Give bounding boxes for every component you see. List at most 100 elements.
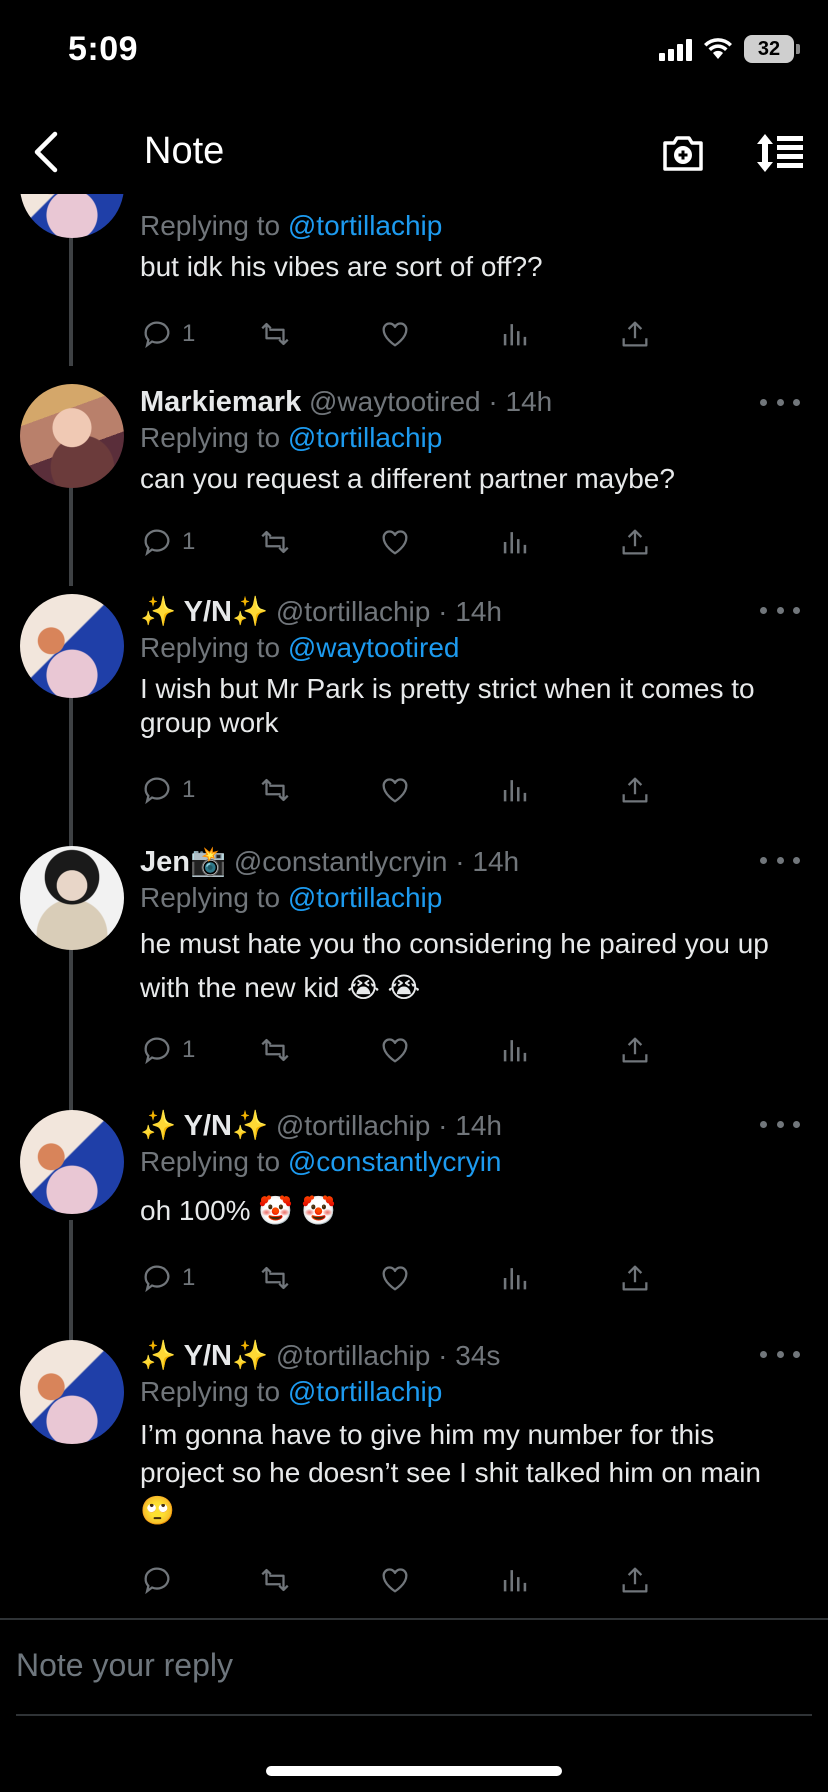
back-button[interactable] bbox=[20, 126, 72, 178]
reply-button[interactable]: 1 bbox=[140, 1030, 195, 1070]
display-name[interactable]: ✨ Y/N✨ bbox=[140, 1110, 268, 1142]
reply-header: ✨ Y/N✨ @tortillachip · 14h bbox=[140, 1108, 788, 1144]
share-button[interactable] bbox=[618, 770, 652, 810]
reply-input[interactable] bbox=[16, 1632, 812, 1698]
sort-icon bbox=[757, 134, 803, 172]
reply-button[interactable] bbox=[140, 1560, 182, 1600]
share-button[interactable] bbox=[618, 1560, 652, 1600]
reply-header: Jen📸 @constantlycryin · 14h bbox=[140, 844, 788, 880]
views-button[interactable] bbox=[498, 1258, 532, 1298]
analytics-icon bbox=[503, 1570, 527, 1592]
comment-icon bbox=[144, 1037, 170, 1065]
reply-count: 1 bbox=[182, 320, 196, 347]
reply-button[interactable]: 1 bbox=[140, 1258, 195, 1298]
user-handle[interactable]: @constantlycryin bbox=[234, 846, 448, 877]
views-button[interactable] bbox=[498, 522, 532, 562]
display-name[interactable]: Jen📸 bbox=[140, 846, 226, 878]
reply-button[interactable]: 1 bbox=[140, 770, 195, 810]
views-button[interactable] bbox=[498, 314, 532, 354]
reply-header: ✨ Y/N✨ @tortillachip · 34s bbox=[140, 1338, 788, 1374]
display-name[interactable]: ✨ Y/N✨ bbox=[140, 1340, 268, 1372]
comment-icon bbox=[144, 321, 170, 349]
replying-to: Replying to @tortillachip bbox=[140, 882, 443, 913]
avatar[interactable] bbox=[20, 594, 124, 698]
wifi-icon bbox=[704, 38, 732, 59]
like-button[interactable] bbox=[378, 522, 412, 562]
action-bar: 1 bbox=[140, 314, 740, 354]
reply-count: 1 bbox=[182, 776, 196, 803]
display-name[interactable]: ✨ Y/N✨ bbox=[140, 596, 268, 628]
more-options-button[interactable] bbox=[760, 1114, 800, 1134]
action-bar: 1 bbox=[140, 1030, 740, 1070]
share-button[interactable] bbox=[618, 1030, 652, 1070]
user-handle[interactable]: @waytootired bbox=[309, 386, 481, 417]
share-button[interactable] bbox=[618, 1258, 652, 1298]
share-icon bbox=[622, 1265, 648, 1291]
more-options-button[interactable] bbox=[760, 850, 800, 870]
views-button[interactable] bbox=[498, 1560, 532, 1600]
views-button[interactable] bbox=[498, 770, 532, 810]
mention-link[interactable]: @tortillachip bbox=[288, 422, 442, 453]
timestamp: · 34s bbox=[438, 1340, 501, 1371]
mention-link[interactable]: @waytootired bbox=[288, 632, 460, 663]
share-icon bbox=[622, 1037, 648, 1063]
share-button[interactable] bbox=[618, 314, 652, 354]
heart-icon bbox=[382, 322, 408, 347]
like-button[interactable] bbox=[378, 770, 412, 810]
heart-icon bbox=[382, 778, 408, 803]
retweet-button[interactable] bbox=[258, 1560, 292, 1600]
avatar[interactable] bbox=[20, 1340, 124, 1444]
analytics-icon bbox=[503, 780, 527, 802]
share-icon bbox=[622, 529, 648, 555]
reply-text: he must hate you tho considering he pair… bbox=[140, 928, 769, 1003]
home-indicator[interactable] bbox=[266, 1766, 562, 1776]
reply-button[interactable]: 1 bbox=[140, 314, 195, 354]
avatar[interactable] bbox=[20, 1110, 124, 1214]
display-name[interactable]: Markiemark bbox=[140, 386, 301, 418]
retweet-icon bbox=[261, 1038, 289, 1062]
replying-to: Replying to @tortillachip bbox=[140, 1376, 443, 1407]
user-handle[interactable]: @tortillachip bbox=[276, 1110, 430, 1141]
user-handle[interactable]: @tortillachip bbox=[276, 1340, 430, 1371]
mention-link[interactable]: @tortillachip bbox=[288, 1376, 442, 1407]
reply-thread: Replying to @tortillachip but idk his vi… bbox=[0, 194, 828, 1618]
more-options-button[interactable] bbox=[760, 392, 800, 412]
retweet-button[interactable] bbox=[258, 1258, 292, 1298]
more-options-button[interactable] bbox=[760, 600, 800, 620]
avatar[interactable] bbox=[20, 194, 124, 238]
like-button[interactable] bbox=[378, 1030, 412, 1070]
thread-line bbox=[69, 238, 73, 366]
battery-icon: 32 bbox=[744, 35, 800, 63]
like-button[interactable] bbox=[378, 1258, 412, 1298]
reply-count: 1 bbox=[182, 1036, 196, 1063]
status-time: 5:09 bbox=[68, 30, 139, 68]
action-bar: 1 bbox=[140, 770, 740, 810]
camera-button[interactable] bbox=[658, 128, 708, 178]
retweet-button[interactable] bbox=[258, 314, 292, 354]
replying-to: Replying to @tortillachip bbox=[140, 422, 443, 453]
avatar[interactable] bbox=[20, 384, 124, 488]
mention-link[interactable]: @tortillachip bbox=[288, 210, 442, 241]
like-button[interactable] bbox=[378, 314, 412, 354]
retweet-button[interactable] bbox=[258, 770, 292, 810]
more-options-button[interactable] bbox=[760, 1344, 800, 1364]
input-underline bbox=[16, 1714, 812, 1716]
share-button[interactable] bbox=[618, 522, 652, 562]
avatar[interactable] bbox=[20, 846, 124, 950]
replying-to: Replying to @tortillachip bbox=[140, 210, 443, 241]
retweet-button[interactable] bbox=[258, 522, 292, 562]
mention-link[interactable]: @tortillachip bbox=[288, 882, 442, 913]
status-icons: 32 bbox=[659, 34, 800, 64]
sort-button[interactable] bbox=[752, 130, 808, 176]
divider bbox=[0, 1618, 828, 1620]
reply-button[interactable]: 1 bbox=[140, 522, 195, 562]
retweet-button[interactable] bbox=[258, 1030, 292, 1070]
comment-icon bbox=[144, 1265, 170, 1293]
views-button[interactable] bbox=[498, 1030, 532, 1070]
comment-icon bbox=[144, 777, 170, 805]
reply-text: can you request a different partner mayb… bbox=[140, 463, 675, 494]
mention-link[interactable]: @constantlycryin bbox=[288, 1146, 502, 1177]
like-button[interactable] bbox=[378, 1560, 412, 1600]
retweet-icon bbox=[261, 778, 289, 802]
user-handle[interactable]: @tortillachip bbox=[276, 596, 430, 627]
